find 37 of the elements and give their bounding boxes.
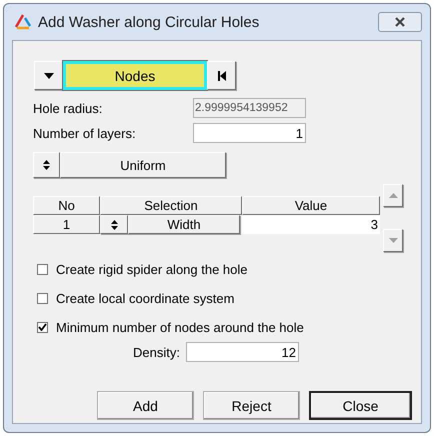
density-field[interactable]: 12 <box>186 342 299 362</box>
arrow-down-icon <box>388 238 398 243</box>
arrow-up-icon <box>388 193 398 198</box>
input-field[interactable]: 1 <box>193 123 306 143</box>
column-header: Selection <box>100 196 242 215</box>
density-label: Density: <box>133 344 180 360</box>
nodes-selector[interactable]: Nodes <box>63 61 207 90</box>
checkbox-label: Create rigid spider along the hole <box>56 262 248 276</box>
caret-down-icon <box>44 72 54 78</box>
row-number: 1 <box>33 215 100 234</box>
up-down-icon <box>43 160 50 170</box>
field-label: Hole radius: <box>33 100 104 116</box>
spinner-button[interactable] <box>100 215 128 234</box>
checkbox[interactable] <box>37 264 48 274</box>
reset-button[interactable] <box>207 61 236 90</box>
dialog-button[interactable]: Add <box>97 391 194 420</box>
skip-back-icon <box>218 70 226 80</box>
up-down-icon <box>110 220 118 230</box>
scroll-up-button[interactable] <box>383 184 403 207</box>
spinner-button[interactable] <box>33 152 60 178</box>
dialog-button[interactable]: Reject <box>203 391 300 420</box>
mode-button[interactable]: Uniform <box>60 152 226 178</box>
window-title: Add Washer along Circular Holes <box>38 14 260 30</box>
checkbox[interactable] <box>37 322 48 332</box>
close-icon[interactable] <box>378 12 422 32</box>
scroll-down-button[interactable] <box>383 229 403 252</box>
column-header: No <box>33 196 100 215</box>
dropdown-button[interactable] <box>34 61 63 90</box>
checkbox-label: Create local coordinate system <box>56 290 234 306</box>
field-label: Number of layers: <box>33 126 137 140</box>
dialog-button[interactable]: Close <box>309 391 412 420</box>
selection-button[interactable]: Width <box>128 215 240 234</box>
table-cell[interactable]: 3 <box>242 215 380 234</box>
checkbox-label: Minimum number of nodes around the hole <box>56 320 304 334</box>
column-header: Value <box>242 196 380 215</box>
checkbox[interactable] <box>37 292 48 304</box>
app-logo-icon <box>14 14 32 30</box>
